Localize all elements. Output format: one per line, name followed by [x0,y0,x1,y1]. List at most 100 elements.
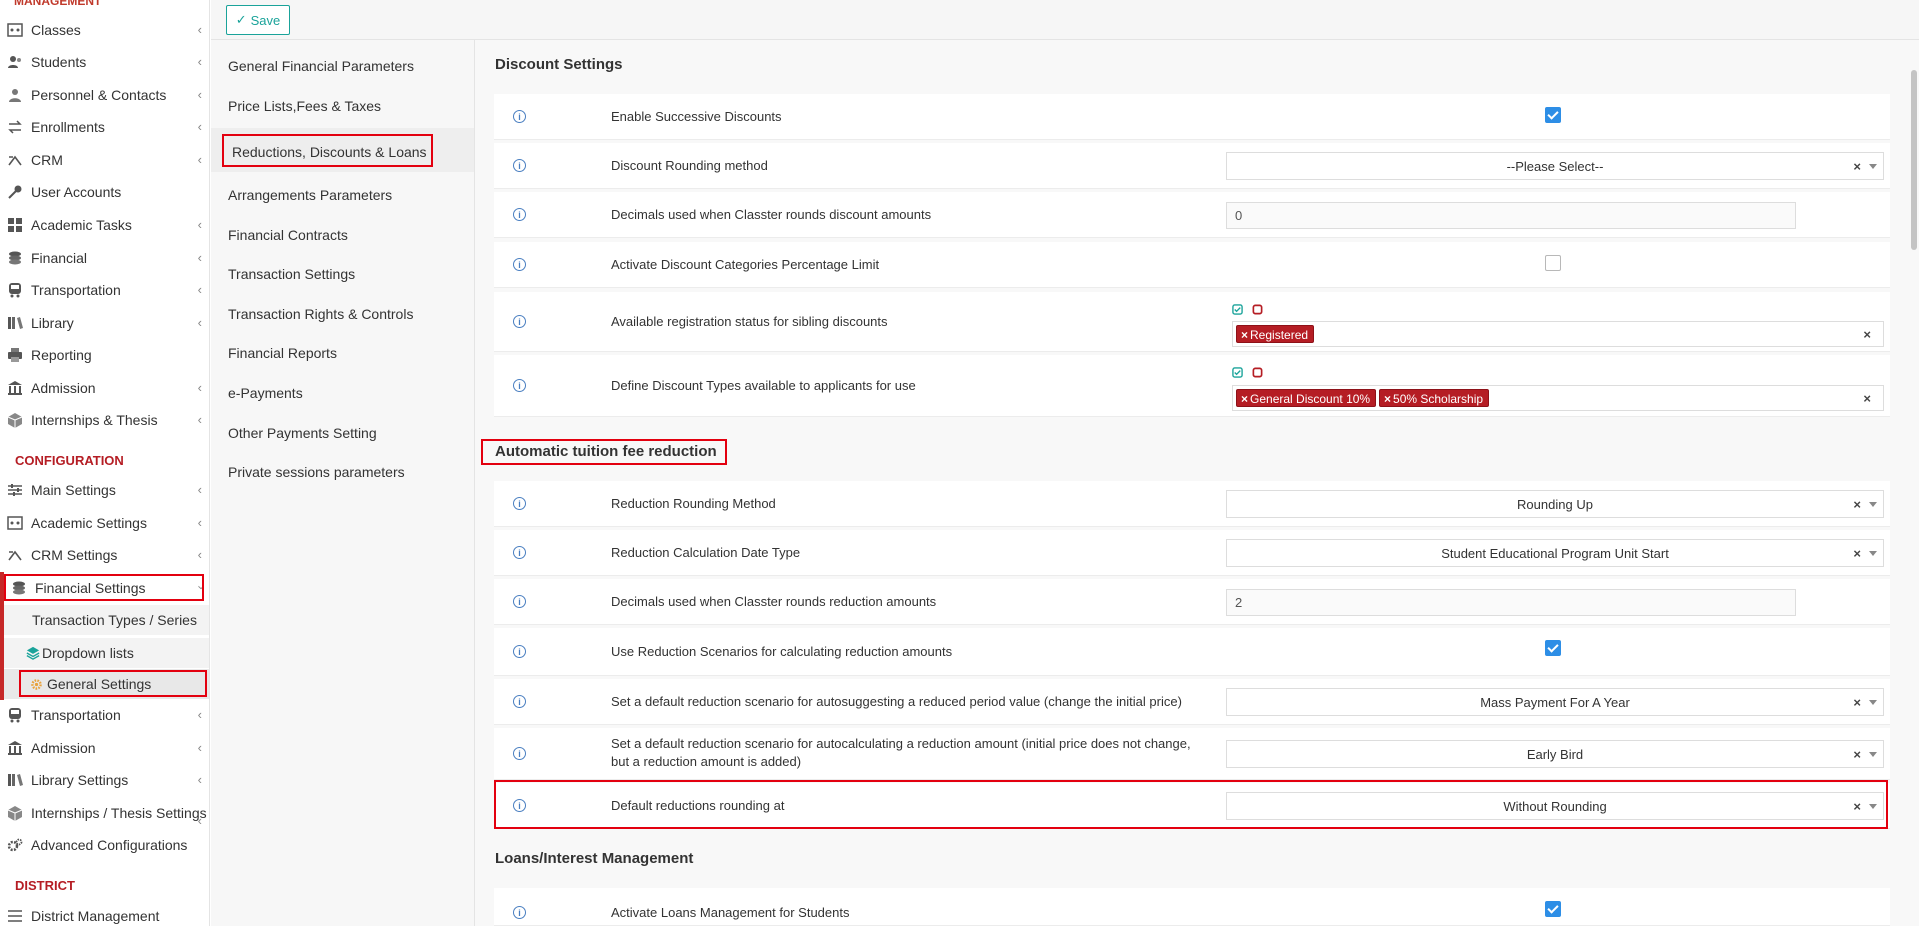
tag-label: 50% Scholarship [1393,392,1484,406]
setting-label: Decimals used when Classter rounds reduc… [611,594,937,609]
chevron-left-icon: ‹ [197,772,202,787]
sidebar-subitem-dropdown-lists[interactable]: Dropdown lists [4,638,209,668]
sidebar-item-enrollments[interactable]: Enrollments ‹ [0,113,209,141]
reduction-date-type-select[interactable]: Student Educational Program Unit Start × [1226,539,1884,567]
menu-item-general-financial[interactable]: General Financial Parameters [228,58,414,74]
info-icon[interactable]: i [513,258,526,271]
info-icon[interactable]: i [513,208,526,221]
app-root: MANAGEMENT Classes ‹ Students ‹ Personne… [0,0,1919,926]
sidebar-item-library-settings[interactable]: Library Settings ‹ [0,766,209,794]
info-icon[interactable]: i [513,315,526,328]
reduction-decimals-input[interactable]: 2 [1226,589,1796,616]
sidebar-item-financial[interactable]: Financial ‹ [0,244,209,272]
menu-item-arrangements[interactable]: Arrangements Parameters [228,187,392,203]
menu-item-e-payments[interactable]: e-Payments [228,385,303,401]
select-all-icon[interactable] [1232,367,1243,378]
setting-label: Define Discount Types available to appli… [611,378,916,393]
chevron-left-icon: ‹ [197,412,202,427]
highlight-box [481,439,727,465]
select-value: Mass Payment For A Year [1480,694,1630,710]
sidebar-item-personnel[interactable]: Personnel & Contacts ‹ [0,81,209,109]
menu-item-financial-reports[interactable]: Financial Reports [228,345,337,361]
discount-rounding-select[interactable]: --Please Select-- × [1226,152,1884,180]
tag-general-discount[interactable]: × General Discount 10% [1236,389,1377,407]
sidebar-item-transportation-settings[interactable]: Transportation ‹ [0,701,209,729]
menu-item-financial-contracts[interactable]: Financial Contracts [228,227,348,243]
select-all-icon[interactable] [1232,304,1243,315]
info-icon[interactable]: i [513,595,526,608]
tag-remove-icon[interactable]: × [1241,328,1248,342]
menu-item-private-sessions[interactable]: Private sessions parameters [228,464,405,480]
menu-item-transaction-settings[interactable]: Transaction Settings [228,266,355,282]
save-button[interactable]: ✓ Save [226,5,290,35]
discount-decimals-input[interactable]: 0 [1226,202,1796,229]
sidebar-item-academic-settings[interactable]: Academic Settings ‹ [0,509,209,537]
clear-icon[interactable]: × [1863,327,1871,342]
tag-remove-icon[interactable]: × [1384,392,1391,406]
discount-categories-limit-checkbox[interactable] [1545,255,1561,271]
clear-icon[interactable]: × [1853,497,1861,512]
sidebar-item-reporting[interactable]: Reporting [0,341,209,369]
setting-row: i Set a default reduction scenario for a… [494,679,1890,725]
sidebar-item-academic-tasks[interactable]: Academic Tasks ‹ [0,211,209,239]
sidebar-subitem-transaction-types[interactable]: Transaction Types / Series [4,605,209,635]
chevron-left-icon: ‹ [197,813,202,828]
info-icon[interactable]: i [513,695,526,708]
menu-item-other-payments[interactable]: Other Payments Setting [228,425,377,441]
sidebar-item-admission-settings[interactable]: Admission ‹ [0,734,209,762]
sidebar-item-admission[interactable]: Admission ‹ [0,374,209,402]
reduction-scenarios-checkbox[interactable] [1545,640,1561,656]
sidebar-item-internships[interactable]: Internships & Thesis ‹ [0,406,209,434]
enrollments-icon [6,119,24,135]
sibling-status-multiselect[interactable]: × Registered × [1232,321,1884,347]
sidebar-item-crm-settings[interactable]: CRM Settings ‹ [0,541,209,569]
info-icon[interactable]: i [513,747,526,760]
autosuggest-scenario-select[interactable]: Mass Payment For A Year × [1226,688,1884,716]
tag-scholarship[interactable]: × 50% Scholarship [1379,389,1490,407]
info-icon[interactable]: i [513,645,526,658]
content-scrollbar[interactable] [1911,70,1917,250]
chevron-left-icon: ‹ [197,515,202,530]
deselect-all-icon[interactable] [1252,304,1263,315]
sidebar-item-crm[interactable]: CRM ‹ [0,146,209,174]
sidebar-item-internships-settings[interactable]: Internships / Thesis Settings ‹ [0,799,209,828]
tag-remove-icon[interactable]: × [1241,392,1248,406]
tag-label: Registered [1250,328,1309,342]
clear-icon[interactable]: × [1853,546,1861,561]
tag-registered[interactable]: × Registered [1236,325,1315,343]
sidebar-item-label: District Management [31,908,160,924]
menu-item-transaction-rights[interactable]: Transaction Rights & Controls [228,306,413,322]
clear-icon[interactable]: × [1863,391,1871,406]
info-icon[interactable]: i [513,546,526,559]
reduction-rounding-select[interactable]: Rounding Up × [1226,490,1884,518]
info-icon[interactable]: i [513,497,526,510]
sidebar-item-user-accounts[interactable]: User Accounts [0,178,209,206]
sidebar-item-library[interactable]: Library ‹ [0,309,209,337]
info-icon[interactable]: i [513,906,526,919]
info-icon[interactable]: i [513,379,526,392]
clear-icon[interactable]: × [1853,747,1861,762]
deselect-all-icon[interactable] [1252,367,1263,378]
sidebar-item-main-settings[interactable]: Main Settings ‹ [0,476,209,504]
discount-types-multiselect[interactable]: × General Discount 10% × 50% Scholarship × [1232,385,1884,411]
enable-successive-discounts-checkbox[interactable] [1545,107,1561,123]
institution-icon [6,380,24,396]
sidebar-item-district-management[interactable]: District Management [0,902,209,926]
info-icon[interactable]: i [513,110,526,123]
menu-item-price-lists[interactable]: Price Lists,Fees & Taxes [228,98,381,114]
sidebar-item-label: Academic Tasks [31,217,132,233]
autocalculate-scenario-select[interactable]: Early Bird × [1226,740,1884,768]
section-title-discount: Discount Settings [495,56,623,73]
sidebar-item-advanced-configurations[interactable]: Advanced Configurations [0,831,209,859]
sidebar-item-students[interactable]: Students ‹ [0,48,209,76]
clear-icon[interactable]: × [1853,159,1861,174]
sidebar-item-transportation[interactable]: Transportation ‹ [0,276,209,304]
sidebar-item-label: Academic Settings [31,515,147,531]
setting-label: Reduction Rounding Method [611,496,776,511]
chevron-left-icon: ‹ [197,282,202,297]
clear-icon[interactable]: × [1853,695,1861,710]
students-icon [6,54,24,70]
sidebar-item-classes[interactable]: Classes ‹ [0,16,209,44]
loans-management-checkbox[interactable] [1545,901,1561,917]
info-icon[interactable]: i [513,159,526,172]
